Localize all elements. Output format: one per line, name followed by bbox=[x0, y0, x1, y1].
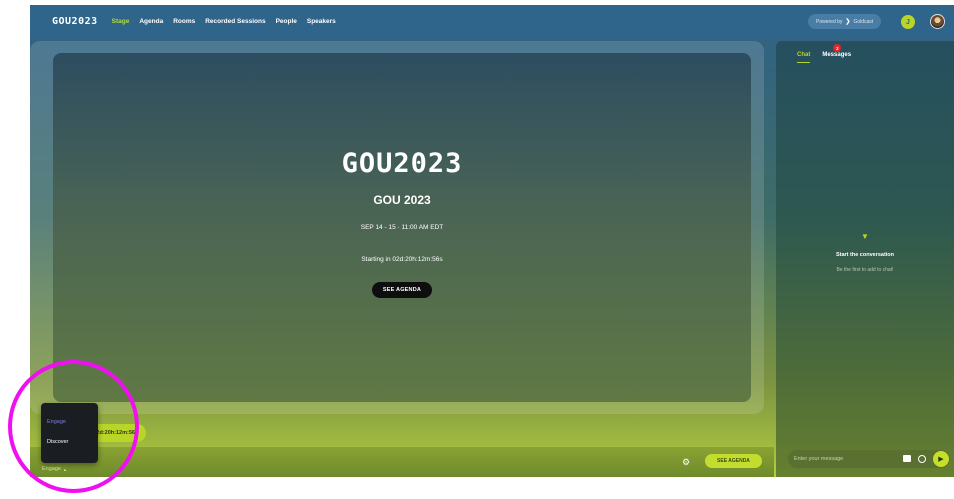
chat-empty-icon: ▼ bbox=[861, 232, 869, 241]
tab-chat[interactable]: Chat bbox=[797, 52, 811, 63]
gear-icon[interactable]: ⚙ bbox=[682, 456, 690, 468]
powered-by-brand: Goldcast bbox=[853, 18, 874, 25]
stage-event-date: SEP 14 - 15 · 11:00 AM EDT bbox=[360, 224, 444, 231]
menu-item-discover[interactable]: Discover bbox=[47, 439, 68, 445]
engage-label: Engage bbox=[42, 466, 61, 472]
mail-icon[interactable] bbox=[903, 455, 911, 462]
tab-messages-label: Messages bbox=[822, 52, 852, 58]
see-agenda-button[interactable]: SEE AGENDA bbox=[372, 282, 432, 298]
send-button[interactable]: ▶ bbox=[933, 451, 949, 467]
user-status-button[interactable]: J bbox=[901, 15, 915, 29]
powered-by-badge[interactable]: Powered by ❯ Goldcast bbox=[808, 14, 882, 29]
nav-item-agenda[interactable]: Agenda bbox=[139, 18, 163, 25]
tab-chat-label: Chat bbox=[797, 52, 811, 58]
messages-badge: 2 bbox=[833, 44, 842, 52]
send-arrow-icon: ▶ bbox=[938, 456, 944, 463]
tab-messages[interactable]: 2 Messages bbox=[822, 44, 852, 63]
stage-screen: GOU2023 GOU 2023 SEP 14 - 15 · 11:00 AM … bbox=[53, 53, 751, 402]
nav-item-stage[interactable]: Stage bbox=[112, 18, 130, 25]
stage-event-title: GOU 2023 bbox=[373, 193, 431, 207]
event-app: GOU2023 Stage Agenda Rooms Recorded Sess… bbox=[30, 5, 954, 477]
bottom-bar: Engage ▲ ⚙ SEE AGENDA bbox=[30, 447, 774, 477]
chat-empty-title: Start the conversation bbox=[835, 252, 895, 258]
nav-item-rooms[interactable]: Rooms bbox=[173, 18, 195, 25]
nav-item-recorded-sessions[interactable]: Recorded Sessions bbox=[205, 18, 265, 25]
top-navbar: GOU2023 Stage Agenda Rooms Recorded Sess… bbox=[30, 5, 954, 38]
nav-item-speakers[interactable]: Speakers bbox=[307, 18, 336, 25]
engage-popup-menu: Engage Discover bbox=[41, 403, 98, 463]
emoji-icon[interactable] bbox=[918, 455, 926, 463]
see-agenda-bottom-button[interactable]: SEE AGENDA bbox=[705, 454, 762, 468]
user-initial: J bbox=[906, 18, 910, 26]
goldcast-logo-icon: ❯ bbox=[845, 19, 851, 25]
chat-panel: Chat 2 Messages ▼ Start the conversation… bbox=[776, 41, 954, 477]
stage-event-logo: GOU2023 bbox=[341, 148, 463, 179]
chat-message-input[interactable] bbox=[794, 452, 894, 466]
chat-input-bar: ▶ bbox=[788, 450, 950, 468]
caret-up-icon: ▲ bbox=[62, 466, 67, 472]
powered-by-label: Powered by bbox=[816, 18, 843, 25]
chat-empty-subtitle: Be the first to add to chat! bbox=[836, 267, 894, 273]
chat-tabs: Chat 2 Messages bbox=[797, 44, 852, 63]
avatar[interactable] bbox=[930, 14, 945, 29]
engage-toggle[interactable]: Engage ▲ bbox=[42, 466, 67, 472]
main-nav: Stage Agenda Rooms Recorded Sessions Peo… bbox=[112, 18, 336, 25]
menu-item-engage[interactable]: Engage bbox=[47, 419, 66, 425]
nav-item-people[interactable]: People bbox=[276, 18, 297, 25]
brand-logo[interactable]: GOU2023 bbox=[52, 16, 98, 27]
stage-countdown: Starting in 02d:20h:12m:56s bbox=[361, 256, 443, 263]
